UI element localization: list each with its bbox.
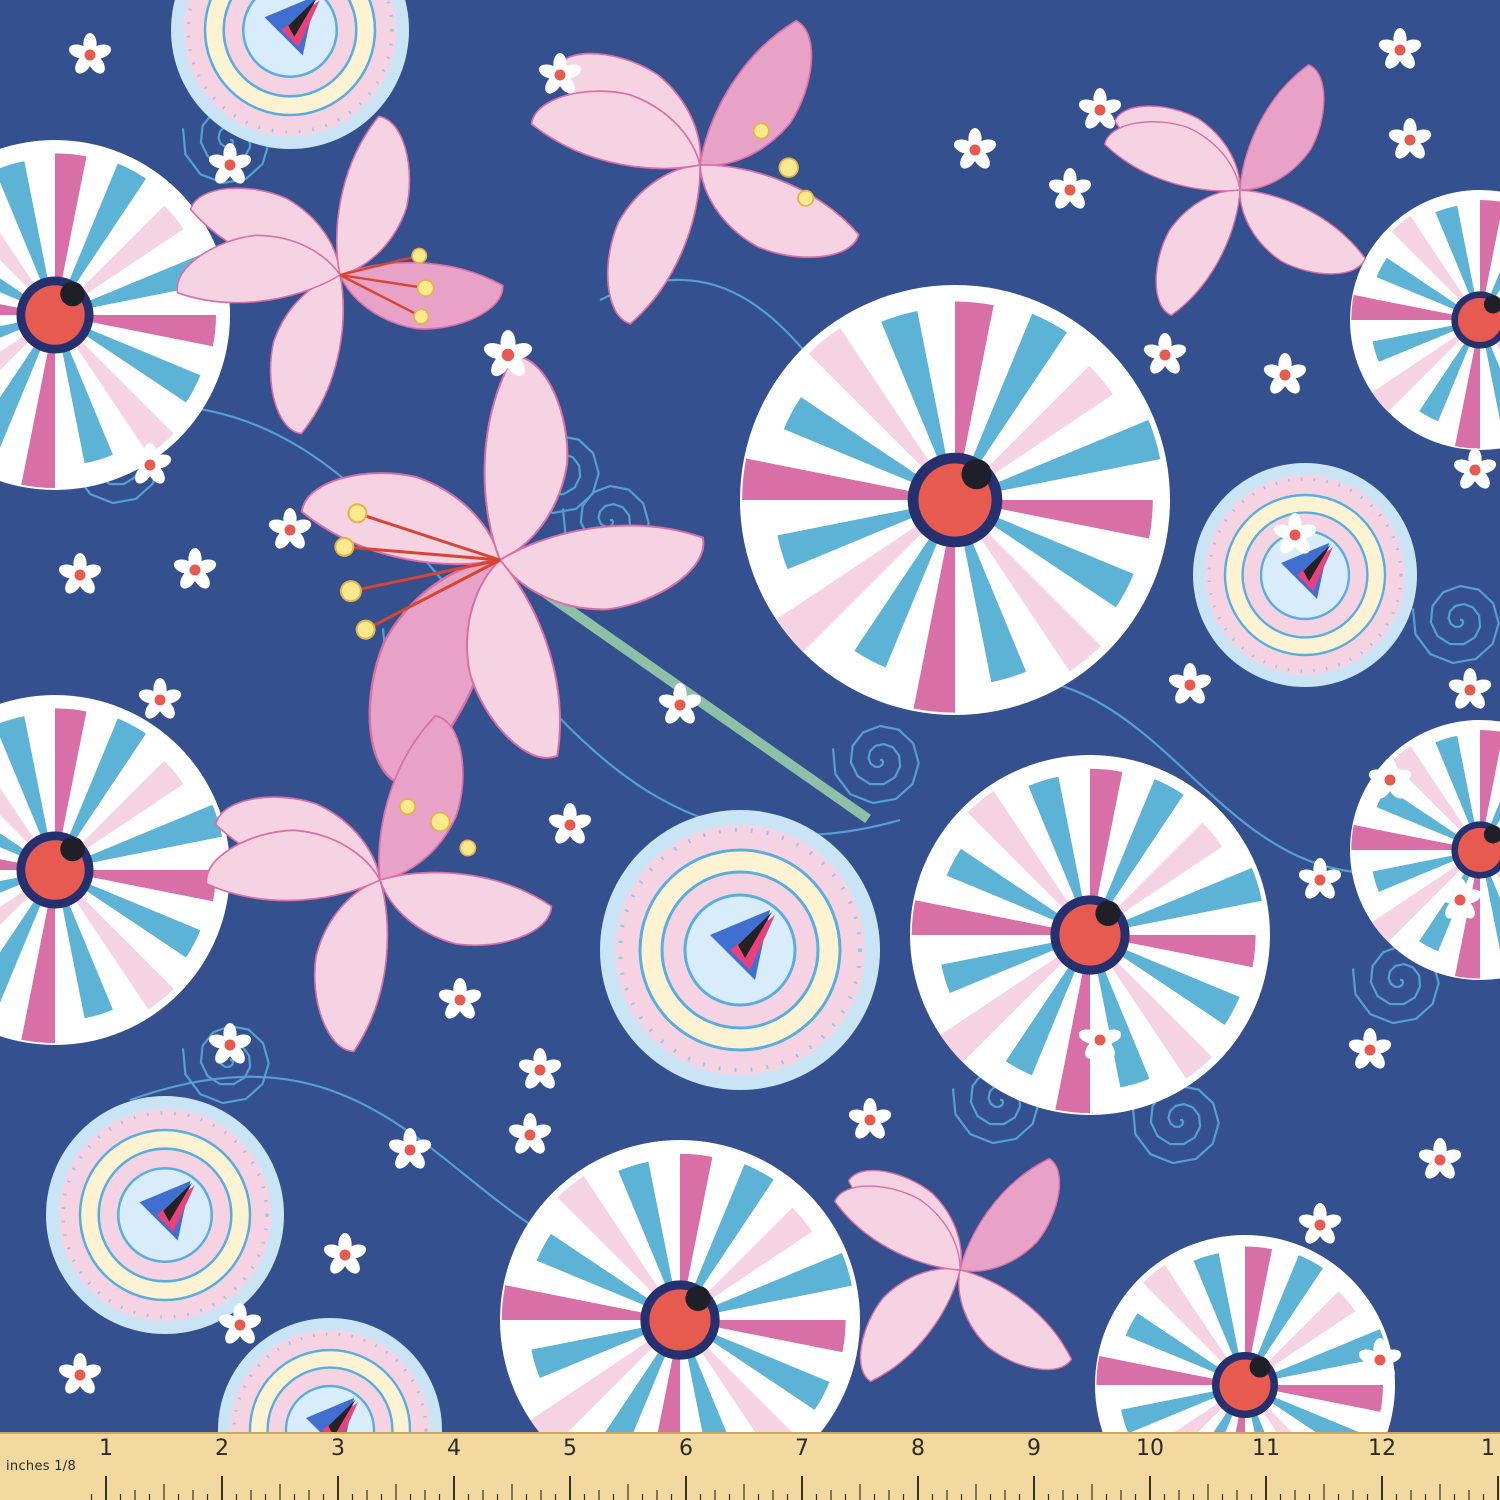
ruler-number: 12 [1368, 1436, 1396, 1461]
ruler-number: 5 [563, 1436, 577, 1461]
ruler-number: 7 [795, 1436, 809, 1461]
ruler-number: 6 [679, 1436, 693, 1461]
ruler-unit-label: inches 1/8 [6, 1459, 77, 1474]
ruler-number: 9 [1027, 1436, 1041, 1461]
ruler-number: 11 [1252, 1436, 1280, 1461]
ruler-number: 1 [99, 1436, 113, 1461]
ruler-number: 4 [447, 1436, 461, 1461]
ruler-number: 2 [215, 1436, 229, 1461]
fabric-swatch: inches 1/8 1 2 3 4 5 6 7 8 9 10 11 12 1 [0, 0, 1500, 1500]
rose-flower [1191, 461, 1419, 689]
striped-flower [740, 285, 1170, 715]
ruler-number: 3 [331, 1436, 345, 1461]
ruler-number: 1 [1481, 1436, 1495, 1461]
rose-flower [44, 1094, 286, 1336]
ruler-number: 10 [1136, 1436, 1164, 1461]
striped-flower [910, 755, 1270, 1115]
rose-flower [598, 808, 882, 1092]
measuring-ruler: inches 1/8 1 2 3 4 5 6 7 8 9 10 11 12 1 [0, 1432, 1500, 1500]
ruler-number: 8 [911, 1436, 925, 1461]
floral-pattern [0, 0, 1500, 1432]
